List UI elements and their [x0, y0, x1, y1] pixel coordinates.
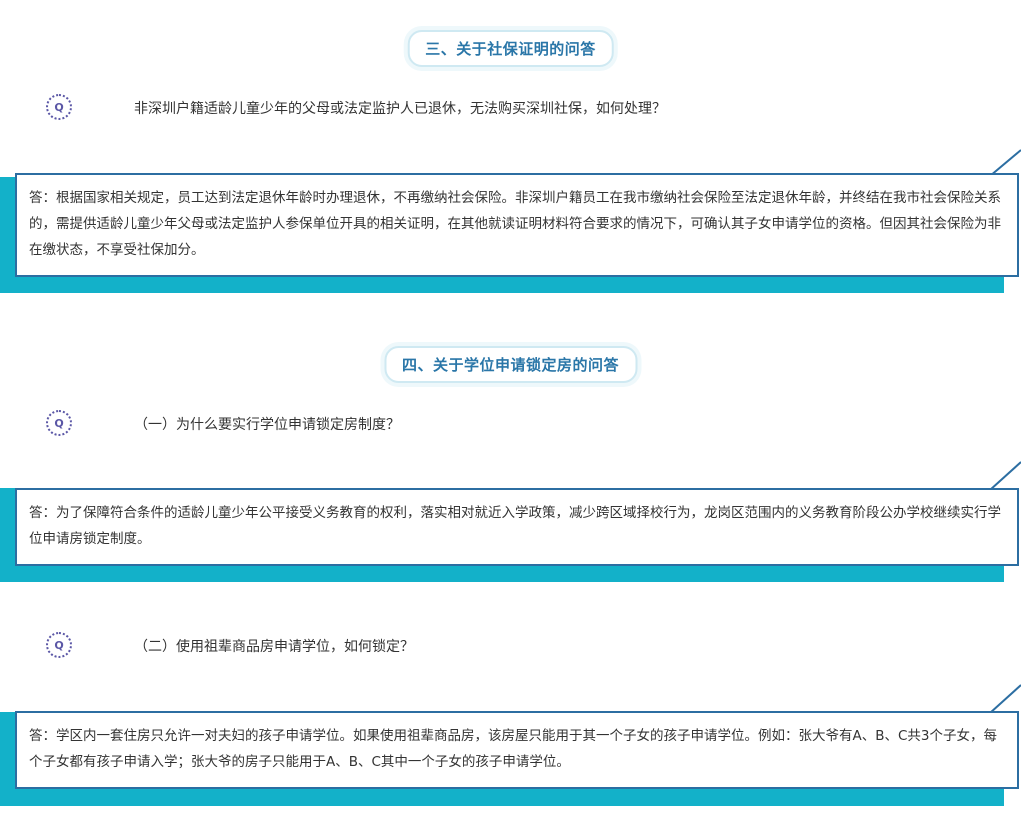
section-title-locked-housing: 四、关于学位申请锁定房的问答: [383, 346, 638, 383]
answer-card: 答：学区内一套住房只允许一对夫妇的孩子申请学位。如果使用祖辈商品房，该房屋只能用…: [0, 684, 1021, 807]
answer-text: 答：根据国家相关规定，员工达到法定退休年龄时办理退休，不再缴纳社会保险。非深圳户…: [15, 173, 1019, 277]
question-row: Q （二）使用祖辈商品房申请学位，如何锁定？: [46, 632, 546, 662]
question-text: （一）为什么要实行学位申请锁定房制度？: [134, 417, 400, 433]
question-icon: Q: [46, 94, 72, 120]
question-icon: Q: [46, 410, 72, 436]
question-text: （二）使用祖辈商品房申请学位，如何锁定？: [134, 639, 414, 655]
answer-card: 答：为了保障符合条件的适龄儿童少年公平接受义务教育的权利，落实相对就近入学政策，…: [0, 461, 1021, 584]
question-icon: Q: [46, 632, 72, 658]
section-title-social-security: 三、关于社保证明的问答: [407, 30, 614, 67]
answer-card: 答：根据国家相关规定，员工达到法定退休年龄时办理退休，不再缴纳社会保险。非深圳户…: [0, 149, 1021, 295]
answer-text: 答：学区内一套住房只允许一对夫妇的孩子申请学位。如果使用祖辈商品房，该房屋只能用…: [15, 711, 1019, 789]
question-row: Q （一）为什么要实行学位申请锁定房制度？: [46, 410, 546, 440]
question-text: 非深圳户籍适龄儿童少年的父母或法定监护人已退休，无法购买深圳社保，如何处理？: [134, 101, 666, 117]
answer-text: 答：为了保障符合条件的适龄儿童少年公平接受义务教育的权利，落实相对就近入学政策，…: [15, 488, 1019, 566]
question-row: Q 非深圳户籍适龄儿童少年的父母或法定监护人已退休，无法购买深圳社保，如何处理？: [46, 94, 746, 124]
